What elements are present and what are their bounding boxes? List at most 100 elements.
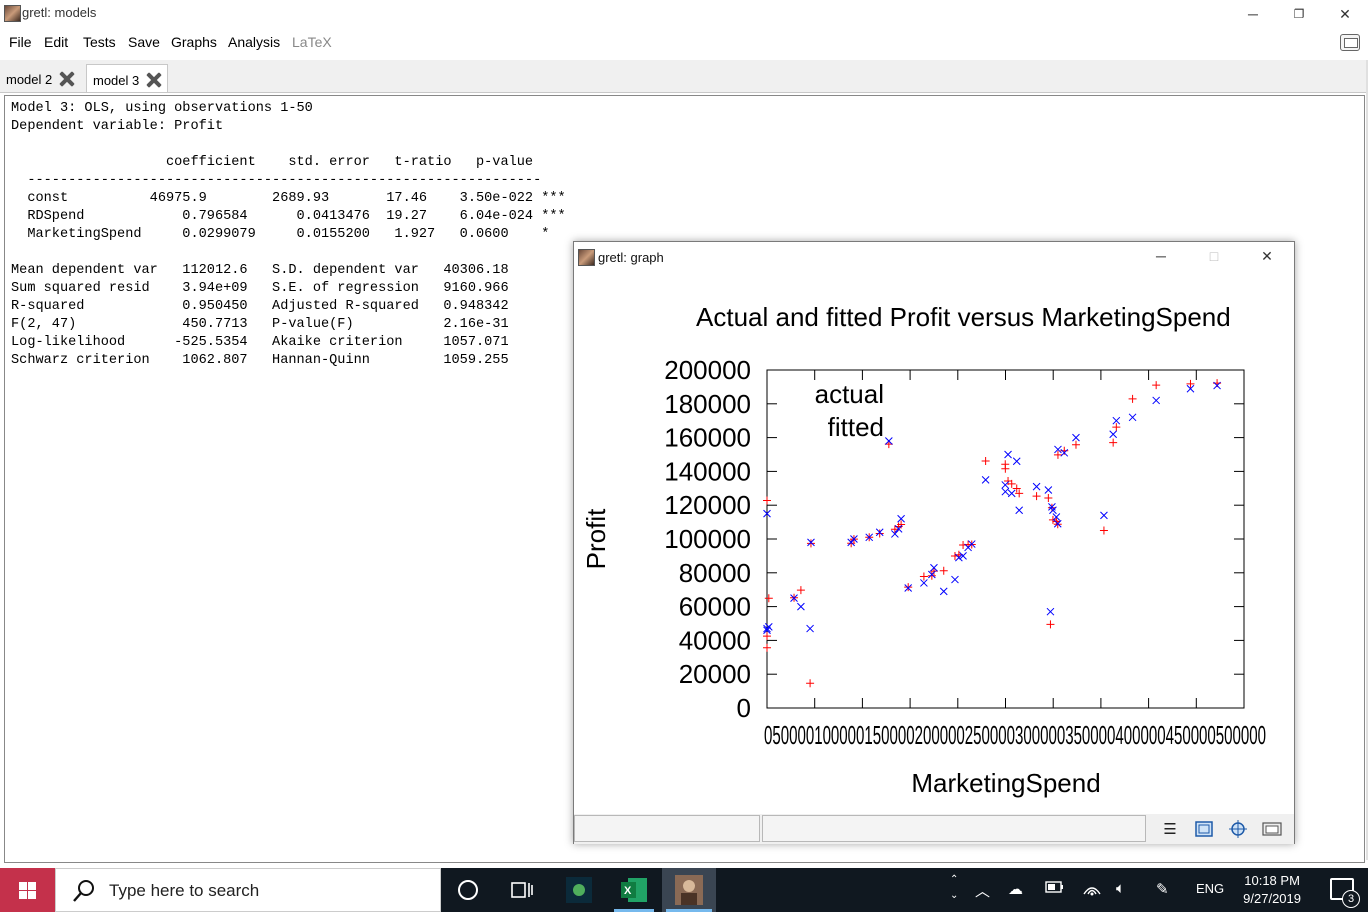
tray-scroll-icon[interactable]: ⌃ ⌄	[950, 872, 958, 904]
y-tick-label: 120000	[664, 490, 751, 520]
window-toggle-icon[interactable]	[1340, 34, 1360, 51]
graph-close-button[interactable]: ✕	[1244, 242, 1290, 270]
title-bar: gretl: models ─ ❐ ✕	[0, 0, 1368, 28]
task-view-icon[interactable]	[500, 868, 544, 912]
search-icon	[73, 880, 94, 902]
actual-point	[1128, 394, 1137, 403]
notification-badge: 3	[1342, 890, 1360, 908]
graph-title-bar: gretl: graph ─ □ ✕	[574, 242, 1294, 273]
zoom-icon[interactable]	[1193, 819, 1215, 839]
pen-icon[interactable]: ✎	[1156, 880, 1169, 898]
tab-bar: model 2 model 3	[0, 60, 1368, 93]
y-tick-label: 180000	[664, 389, 751, 419]
fitted-point	[1015, 506, 1024, 515]
menu-icon[interactable]: ☰	[1159, 819, 1181, 839]
fitted-point	[1007, 489, 1016, 498]
y-tick-label: 40000	[679, 625, 751, 655]
window-title: gretl: models	[22, 5, 97, 20]
close-tab-icon[interactable]	[145, 72, 161, 88]
actual-point	[1152, 381, 1161, 390]
onedrive-icon[interactable]: ☁	[1008, 880, 1023, 898]
menu-file[interactable]: File	[9, 34, 32, 50]
menu-analysis[interactable]: Analysis	[228, 34, 280, 50]
taskbar-search-box[interactable]: Type here to search	[55, 868, 441, 912]
fitted-point	[1044, 486, 1053, 494]
actual-point	[1099, 526, 1108, 535]
output-line: R-squared 0.950450 Adjusted R-squared 0.…	[11, 299, 509, 314]
fitted-point	[939, 587, 948, 596]
excel-icon[interactable]: X	[610, 868, 658, 912]
battery-icon[interactable]	[1045, 880, 1065, 898]
actual-point	[1186, 379, 1195, 388]
actual-point	[904, 583, 913, 592]
tab-model-3[interactable]: model 3	[86, 64, 169, 92]
actual-point	[806, 679, 815, 688]
restore-button[interactable]: ❐	[1276, 0, 1322, 28]
fitted-point	[1001, 487, 1010, 496]
window-icon[interactable]	[1261, 819, 1283, 839]
output-line: F(2, 47) 450.7713 P-value(F) 2.16e-31	[11, 317, 509, 332]
status-field-right	[762, 815, 1146, 842]
output-line: Sum squared resid 3.94e+09 S.E. of regre…	[11, 281, 509, 296]
output-line: ----------------------------------------…	[11, 173, 542, 188]
actual-point	[1001, 464, 1010, 473]
graph-window-title: gretl: graph	[598, 250, 664, 265]
menu-graphs[interactable]: Graphs	[171, 34, 217, 50]
actual-point	[763, 643, 771, 652]
fitted-point	[1128, 413, 1137, 422]
fitted-point	[981, 475, 990, 484]
actual-point	[1044, 493, 1053, 502]
fitted-point	[1100, 511, 1108, 520]
close-button[interactable]: ✕	[1322, 0, 1368, 28]
start-button[interactable]	[0, 868, 55, 912]
gaming-app-icon[interactable]	[556, 868, 602, 912]
fitted-point	[1032, 482, 1041, 491]
y-tick-label: 100000	[664, 524, 751, 554]
show-hidden-icons[interactable]: ︿	[975, 880, 990, 901]
actual-point	[981, 457, 990, 466]
svg-text:X: X	[624, 885, 632, 897]
model-output-text: Model 3: OLS, using observations 1-50 Dep…	[11, 100, 566, 370]
windows-taskbar: Type here to search X ⌃ ⌄ ︿ ☁ 🔈︎ ✎ ENG 10…	[0, 868, 1368, 912]
tab-model-2[interactable]: model 2	[0, 64, 80, 92]
fitted-point	[797, 602, 805, 611]
wifi-icon[interactable]	[1082, 880, 1102, 900]
menu-edit[interactable]: Edit	[44, 34, 68, 50]
status-field-left	[574, 815, 760, 842]
graph-minimize-button[interactable]: ─	[1138, 242, 1184, 270]
output-line: MarketingSpend 0.0299079 0.0155200 1.927…	[11, 227, 550, 242]
volume-icon[interactable]: 🔈︎	[1116, 880, 1125, 897]
actual-point	[1112, 423, 1121, 432]
menu-latex[interactable]: LaTeX	[292, 34, 332, 50]
fitted-point	[1072, 433, 1080, 442]
gretl-taskbar-icon[interactable]	[662, 868, 716, 912]
time: 10:18 PM	[1244, 873, 1300, 888]
actual-point	[1032, 492, 1041, 501]
scatter-plot: Actual and fitted Profit versus Marketin…	[581, 302, 1266, 798]
y-tick-label: 80000	[679, 558, 751, 588]
actual-point	[927, 571, 936, 580]
windows-logo-icon	[19, 881, 36, 899]
output-line: Model 3: OLS, using observations 1-50	[11, 101, 313, 116]
actual-point	[939, 566, 948, 575]
actual-point	[1047, 503, 1056, 512]
close-tab-icon[interactable]	[58, 71, 74, 87]
actual-point	[875, 529, 884, 538]
y-tick-label: 160000	[664, 423, 751, 453]
fitted-point	[1004, 450, 1012, 459]
actual-point	[1046, 620, 1055, 629]
language-indicator[interactable]: ENG	[1196, 881, 1224, 896]
plot-canvas[interactable]: Actual and fitted Profit versus Marketin…	[574, 273, 1294, 813]
clock[interactable]: 10:18 PM 9/27/2019	[1243, 872, 1301, 908]
graph-maximize-button[interactable]: □	[1191, 242, 1237, 270]
legend-actual: actual	[815, 379, 884, 409]
legend-fitted: fitted	[828, 412, 884, 442]
minimize-button[interactable]: ─	[1230, 0, 1276, 28]
cortana-icon[interactable]	[448, 868, 488, 912]
gretl-app-icon	[578, 249, 595, 266]
menu-tests[interactable]: Tests	[83, 34, 116, 50]
menu-save[interactable]: Save	[128, 34, 160, 50]
target-icon[interactable]	[1227, 819, 1249, 839]
